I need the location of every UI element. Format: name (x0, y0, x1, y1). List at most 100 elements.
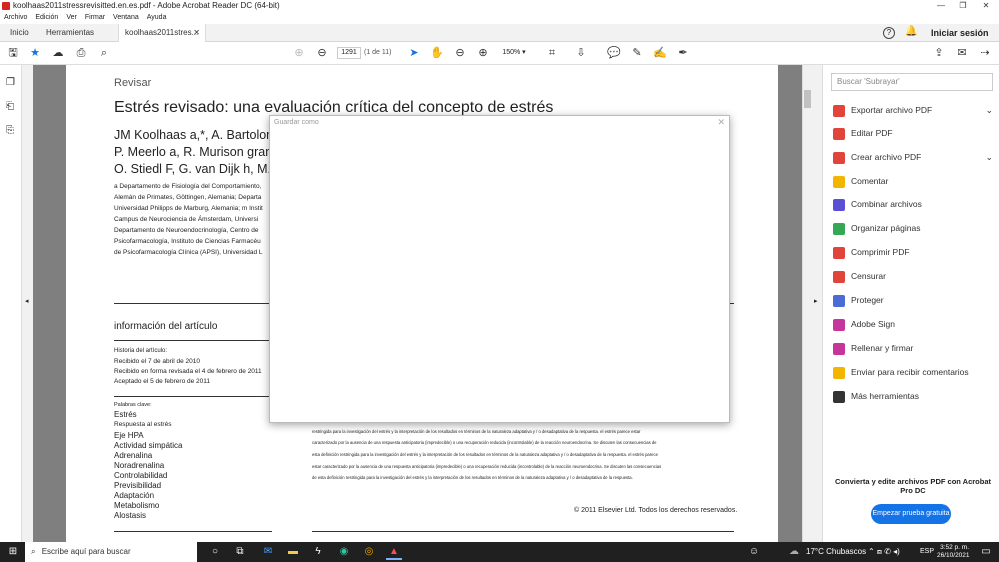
task-view-icon[interactable]: ⧉ (232, 544, 248, 560)
affiliation-line: Campus de Neurociencia de Ámsterdam, Uni… (114, 216, 259, 223)
file-explorer-icon[interactable]: ▬ (285, 544, 301, 560)
tool-send-for-comments[interactable]: Enviar para recibir comentarios (833, 362, 993, 382)
combine-files-icon (833, 198, 845, 211)
tab-herramientas[interactable]: Herramientas (40, 24, 100, 42)
tab-bar: Inicio Herramientas koolhaas2011stres...… (0, 24, 999, 42)
tool-create-pdf[interactable]: Crear archivo PDF ⌄ (833, 147, 993, 167)
tool-edit-pdf[interactable]: Editar PDF (833, 123, 993, 143)
highlight-pen-icon[interactable]: ✎ (630, 46, 644, 60)
send-link-icon[interactable]: ⇢ (978, 46, 992, 60)
zoom-out-icon[interactable]: ⊖ (453, 46, 467, 60)
acrobat-taskbar-icon[interactable]: ▲ (386, 544, 402, 560)
promo-text: Convierta y edite archivos PDF con Acrob… (834, 477, 991, 495)
cortana-icon[interactable]: ○ (207, 544, 223, 560)
tools-search-input[interactable]: Buscar 'Subrayar' (831, 73, 993, 91)
bookmarks-icon[interactable]: ⎗ (6, 101, 14, 112)
keyword: Noradrenalina (114, 461, 165, 470)
prev-page-icon[interactable]: ⊕ (292, 46, 306, 60)
tray-icons[interactable]: ⌃ ⧈ ✆ ◂) (868, 542, 900, 562)
taskbar-search-placeholder: Escribe aquí para buscar (41, 547, 131, 556)
tool-export-pdf[interactable]: Exportar archivo PDF ⌄ (833, 100, 993, 120)
tool-label: Combinar archivos (851, 199, 922, 209)
page-number-input[interactable]: 1291 (337, 47, 361, 59)
zoom-select[interactable]: 150% ▾ (498, 47, 530, 59)
chevron-down-icon[interactable]: ⌄ (985, 100, 993, 120)
tool-comment[interactable]: Comentar (833, 171, 993, 191)
tool-organize-pages[interactable]: Organizar páginas (833, 218, 993, 238)
page-thumbnails-icon[interactable]: ❐ (6, 77, 15, 88)
collapse-left-icon[interactable]: ◂ (25, 297, 29, 305)
bookmark-star-icon[interactable]: ★ (28, 46, 42, 60)
windows-start-icon[interactable]: ⊞ (5, 544, 21, 560)
menu-bar: Archivo Edición Ver Firmar Ventana Ayuda (0, 12, 999, 24)
share-icon[interactable]: ⇪ (932, 46, 946, 60)
tab-document[interactable]: koolhaas2011stres... ✕ (118, 24, 206, 42)
tab-inicio[interactable]: Inicio (4, 24, 35, 42)
comment-icon[interactable]: 💬 (607, 46, 621, 60)
crop-icon[interactable]: ⌗ (545, 46, 559, 60)
clock[interactable]: 3:52 p. m. 26/10/2021 (937, 544, 970, 560)
menu-ayuda[interactable]: Ayuda (147, 14, 167, 21)
hand-tool-icon[interactable]: ✋ (430, 46, 444, 60)
tool-adobe-sign[interactable]: Adobe Sign (833, 314, 993, 334)
keyword: Estrés (114, 410, 137, 419)
language-indicator[interactable]: ESP (920, 542, 934, 562)
dialog-close-icon[interactable]: ✕ (717, 117, 725, 128)
zoom-in-icon[interactable]: ⊕ (476, 46, 490, 60)
menu-archivo[interactable]: Archivo (4, 14, 27, 21)
chrome-browser-icon[interactable]: ◎ (361, 544, 377, 560)
send-for-comments-icon (833, 366, 845, 379)
clock-date: 26/10/2021 (937, 552, 970, 559)
notifications-app-icon[interactable]: ☺ (746, 544, 762, 560)
tab-close-icon[interactable]: ✕ (193, 24, 200, 42)
weather-text[interactable]: 17°C Chubascos (806, 542, 866, 562)
sign-in-button[interactable]: Iniciar sesión (931, 24, 989, 42)
tool-more-tools[interactable]: Más herramientas (833, 386, 993, 406)
history-item: Recibido en forma revisada el 4 de febre… (114, 368, 262, 375)
find-icon[interactable]: ⌕ (97, 46, 111, 60)
abstract-line: restringida para la investigación del es… (312, 429, 641, 434)
next-page-icon[interactable]: ⊖ (315, 46, 329, 60)
tool-combine-files[interactable]: Combinar archivos (833, 194, 993, 214)
menu-ver[interactable]: Ver (66, 14, 77, 21)
bell-icon[interactable]: 🔔 (905, 26, 917, 37)
email-icon[interactable]: ✉ (955, 46, 969, 60)
notification-center-icon[interactable]: ▭ (978, 544, 994, 560)
minimize-button[interactable]: — (930, 0, 952, 12)
tool-fill-sign[interactable]: Rellenar y firmar (833, 338, 993, 358)
taskbar-search[interactable]: ⌕ Escribe aquí para buscar (25, 542, 197, 562)
toolbar: 🖫 ★ ☁ ⎙ ⌕ ⊕ ⊖ 1291 (1 de 11) ➤ ✋ ⊖ ⊕ 150… (0, 42, 999, 65)
scroll-mode-icon[interactable]: ⇩ (574, 46, 588, 60)
menu-edicion[interactable]: Edición (35, 14, 58, 21)
sign-icon[interactable]: ✒ (676, 46, 690, 60)
left-pane-toggle[interactable]: ◂ (22, 65, 33, 542)
tab-document-label: koolhaas2011stres... (125, 28, 199, 37)
scrollbar-thumb[interactable] (804, 90, 811, 108)
app-icon[interactable]: ϟ (310, 544, 326, 560)
right-pane-toggle[interactable]: ▸ (812, 65, 822, 542)
article-info-heading: información del artículo (114, 321, 218, 332)
tool-compress-pdf[interactable]: Comprimir PDF (833, 242, 993, 262)
print-icon[interactable]: ⎙ (74, 46, 88, 60)
help-icon[interactable]: ? (883, 27, 895, 39)
menu-ventana[interactable]: Ventana (113, 14, 139, 21)
free-trial-button[interactable]: Empezar prueba gratuita (871, 504, 951, 524)
close-window-button[interactable]: ✕ (975, 0, 997, 12)
chevron-down-icon[interactable]: ⌄ (985, 147, 993, 167)
edge-browser-icon[interactable]: ◉ (336, 544, 352, 560)
draw-icon[interactable]: ✍ (653, 46, 667, 60)
mail-app-icon[interactable]: ✉ (260, 544, 276, 560)
save-as-dialog[interactable]: Guardar como ✕ (269, 115, 730, 423)
vertical-scrollbar[interactable] (802, 65, 812, 542)
restore-button[interactable]: ❐ (952, 0, 974, 12)
select-cursor-icon[interactable]: ➤ (407, 46, 421, 60)
affiliation-line: Departamento de Neuroendocrinología, Cen… (114, 227, 259, 234)
save-icon[interactable]: 🖫 (6, 46, 20, 60)
menu-firmar[interactable]: Firmar (85, 14, 105, 21)
upload-cloud-icon[interactable]: ☁ (51, 46, 65, 60)
tool-redact[interactable]: Censurar (833, 266, 993, 286)
collapse-right-icon[interactable]: ▸ (814, 297, 818, 305)
dialog-title: Guardar como (274, 119, 319, 126)
tool-protect[interactable]: Proteger (833, 290, 993, 310)
attachments-icon[interactable]: ⎘ (6, 125, 14, 136)
